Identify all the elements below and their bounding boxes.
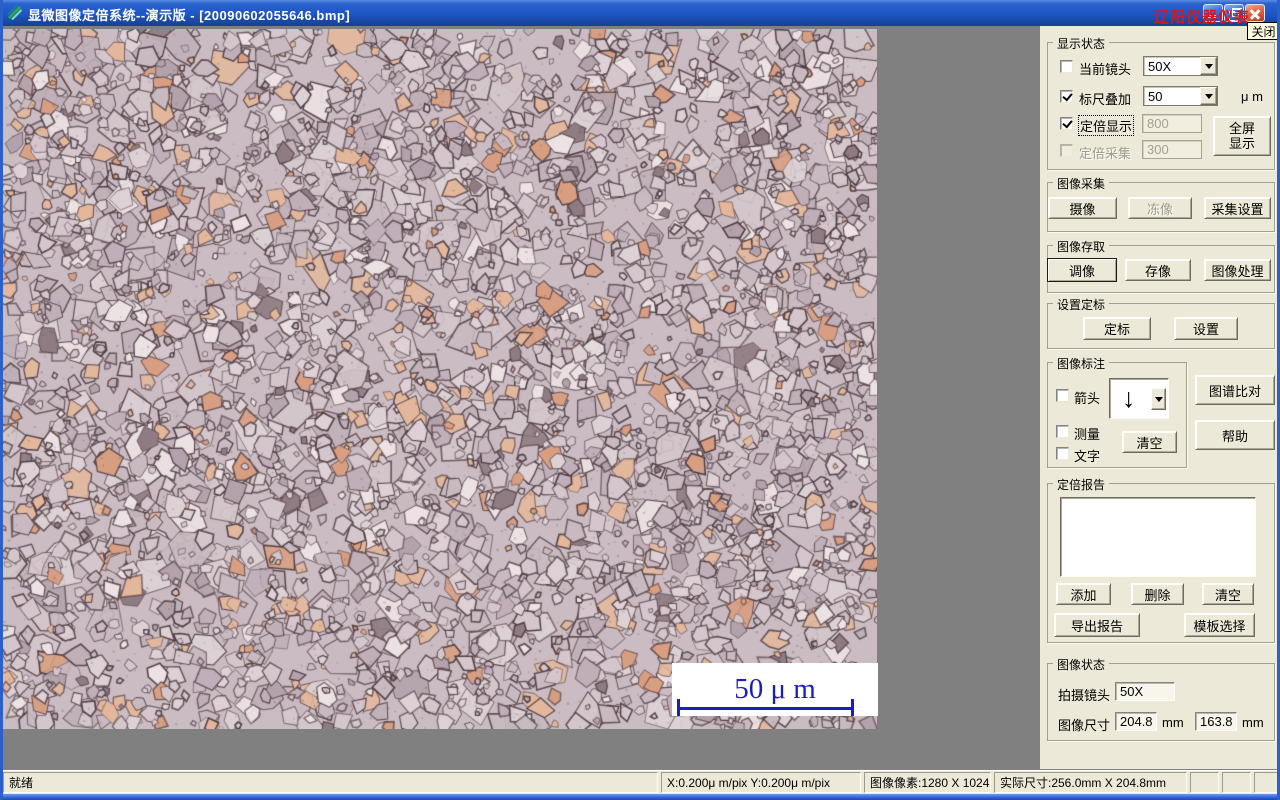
- measure-checkbox-label: 测量: [1074, 427, 1101, 442]
- fullscreen-button-line2: 显示: [1228, 136, 1255, 151]
- group-calibration: 设置定标: [1047, 296, 1275, 349]
- group-annotation-label: 图像标注: [1053, 355, 1110, 372]
- export-report-button[interactable]: 导出报告: [1054, 613, 1140, 637]
- ruler-overlay-checkbox[interactable]: [1060, 90, 1073, 103]
- lens-field: 50X: [1115, 682, 1175, 701]
- image-height-field: 163.8: [1195, 712, 1237, 731]
- window-title: 显微图像定倍系统--演示版 - [20090602055646.bmp]: [28, 8, 351, 23]
- statusbar-empty-panel: [1254, 772, 1277, 793]
- size-field-label: 图像尺寸: [1058, 718, 1111, 733]
- current-lens-value: 50X: [1148, 59, 1172, 74]
- statusbar-pixel-scale: X:0.200μ m/pix Y:0.200μ m/pix: [661, 772, 861, 793]
- report-listbox[interactable]: [1060, 497, 1256, 577]
- report-delete-button[interactable]: 删除: [1131, 583, 1184, 605]
- statusbar-image-pixels: 图像像素:1280 X 1024: [864, 772, 991, 793]
- fixed-display-checkbox[interactable]: [1060, 117, 1073, 130]
- group-display-status-label: 显示状态: [1053, 35, 1110, 52]
- statusbar-empty-panel: [1222, 772, 1251, 793]
- report-clear-button[interactable]: 清空: [1202, 583, 1254, 605]
- scalebar-tick-right: [851, 699, 854, 716]
- text-checkbox-label: 文字: [1074, 449, 1101, 464]
- capture-settings-button[interactable]: 采集设置: [1204, 197, 1271, 219]
- current-lens-checkbox[interactable]: [1060, 60, 1073, 73]
- ruler-value: 50: [1148, 89, 1163, 104]
- statusbar-actual-size: 实际尺寸:256.0mm X 204.8mm: [994, 772, 1187, 793]
- image-width-field: 204.8: [1115, 712, 1157, 731]
- scalebar-line: [677, 707, 854, 710]
- fixed-display-label: 定倍显示: [1077, 115, 1135, 136]
- fixed-capture-label: 定倍采集: [1079, 146, 1132, 161]
- scalebar-label: 50 μ m: [734, 673, 816, 705]
- statusbar-divider: [3, 769, 1277, 771]
- calibration-settings-button[interactable]: 设置: [1174, 317, 1238, 340]
- height-unit-label: mm: [1242, 715, 1264, 730]
- arrow-style-select[interactable]: ↓: [1109, 378, 1169, 419]
- chevron-down-icon[interactable]: [1200, 87, 1217, 105]
- help-button[interactable]: 帮助: [1195, 420, 1275, 450]
- text-checkbox[interactable]: [1056, 447, 1069, 460]
- fullscreen-button-line1: 全屏: [1228, 121, 1255, 136]
- scalebar-tick-left: [677, 699, 680, 716]
- app-window: 显微图像定倍系统--演示版 - [20090602055646.bmp] 辽阳仪…: [0, 0, 1280, 800]
- down-arrow-icon: ↓: [1122, 383, 1136, 413]
- arrow-checkbox-label: 箭头: [1074, 391, 1101, 406]
- template-select-button[interactable]: 模板选择: [1184, 613, 1255, 637]
- statusbar-ready: 就绪: [3, 772, 658, 793]
- ruler-overlay-label: 标尺叠加: [1079, 92, 1132, 107]
- lens-field-label: 拍摄镜头: [1058, 688, 1111, 703]
- freeze-button: 冻像: [1128, 197, 1192, 219]
- current-lens-label: 当前镜头: [1079, 62, 1132, 77]
- fixed-capture-checkbox: [1060, 144, 1073, 157]
- window-bottom-border: [3, 794, 1277, 800]
- statusbar-empty-panel: [1190, 772, 1219, 793]
- image-process-button[interactable]: 图像处理: [1204, 259, 1271, 281]
- title-bar: 显微图像定倍系统--演示版 - [20090602055646.bmp] 辽阳仪…: [3, 0, 1277, 26]
- ruler-value-select[interactable]: 50: [1143, 86, 1218, 106]
- annotation-clear-button[interactable]: 清空: [1122, 431, 1177, 453]
- report-add-button[interactable]: 添加: [1056, 583, 1111, 605]
- fullscreen-button[interactable]: 全屏 显示: [1213, 116, 1271, 156]
- chevron-down-icon[interactable]: [1151, 388, 1166, 410]
- arrow-checkbox[interactable]: [1056, 389, 1069, 402]
- app-icon: [7, 5, 23, 21]
- group-image-status-label: 图像状态: [1053, 656, 1110, 673]
- calibrate-button[interactable]: 定标: [1083, 317, 1151, 340]
- width-unit-label: mm: [1162, 715, 1184, 730]
- microscope-image[interactable]: [3, 29, 877, 729]
- current-lens-select[interactable]: 50X: [1143, 56, 1218, 76]
- fixed-display-input: 800: [1142, 114, 1202, 133]
- save-image-button[interactable]: 存像: [1125, 259, 1191, 281]
- shoot-button[interactable]: 摄像: [1048, 197, 1117, 219]
- atlas-compare-button[interactable]: 图谱比对: [1195, 375, 1275, 405]
- measure-checkbox[interactable]: [1056, 425, 1069, 438]
- close-tooltip: 关闭: [1247, 22, 1277, 40]
- chevron-down-icon[interactable]: [1200, 57, 1217, 75]
- image-client-area: 50 μ m: [3, 26, 1040, 769]
- vendor-watermark: 辽阳仪器仪表: [1153, 9, 1250, 26]
- fixed-capture-input: 300: [1142, 140, 1202, 159]
- group-image-storage-label: 图像存取: [1053, 238, 1110, 255]
- group-image-capture-label: 图像采集: [1053, 175, 1110, 192]
- ruler-unit-label: μ m: [1241, 89, 1263, 104]
- group-calibration-label: 设置定标: [1053, 296, 1110, 313]
- load-image-button[interactable]: 调像: [1047, 258, 1117, 282]
- group-report-label: 定倍报告: [1053, 476, 1110, 493]
